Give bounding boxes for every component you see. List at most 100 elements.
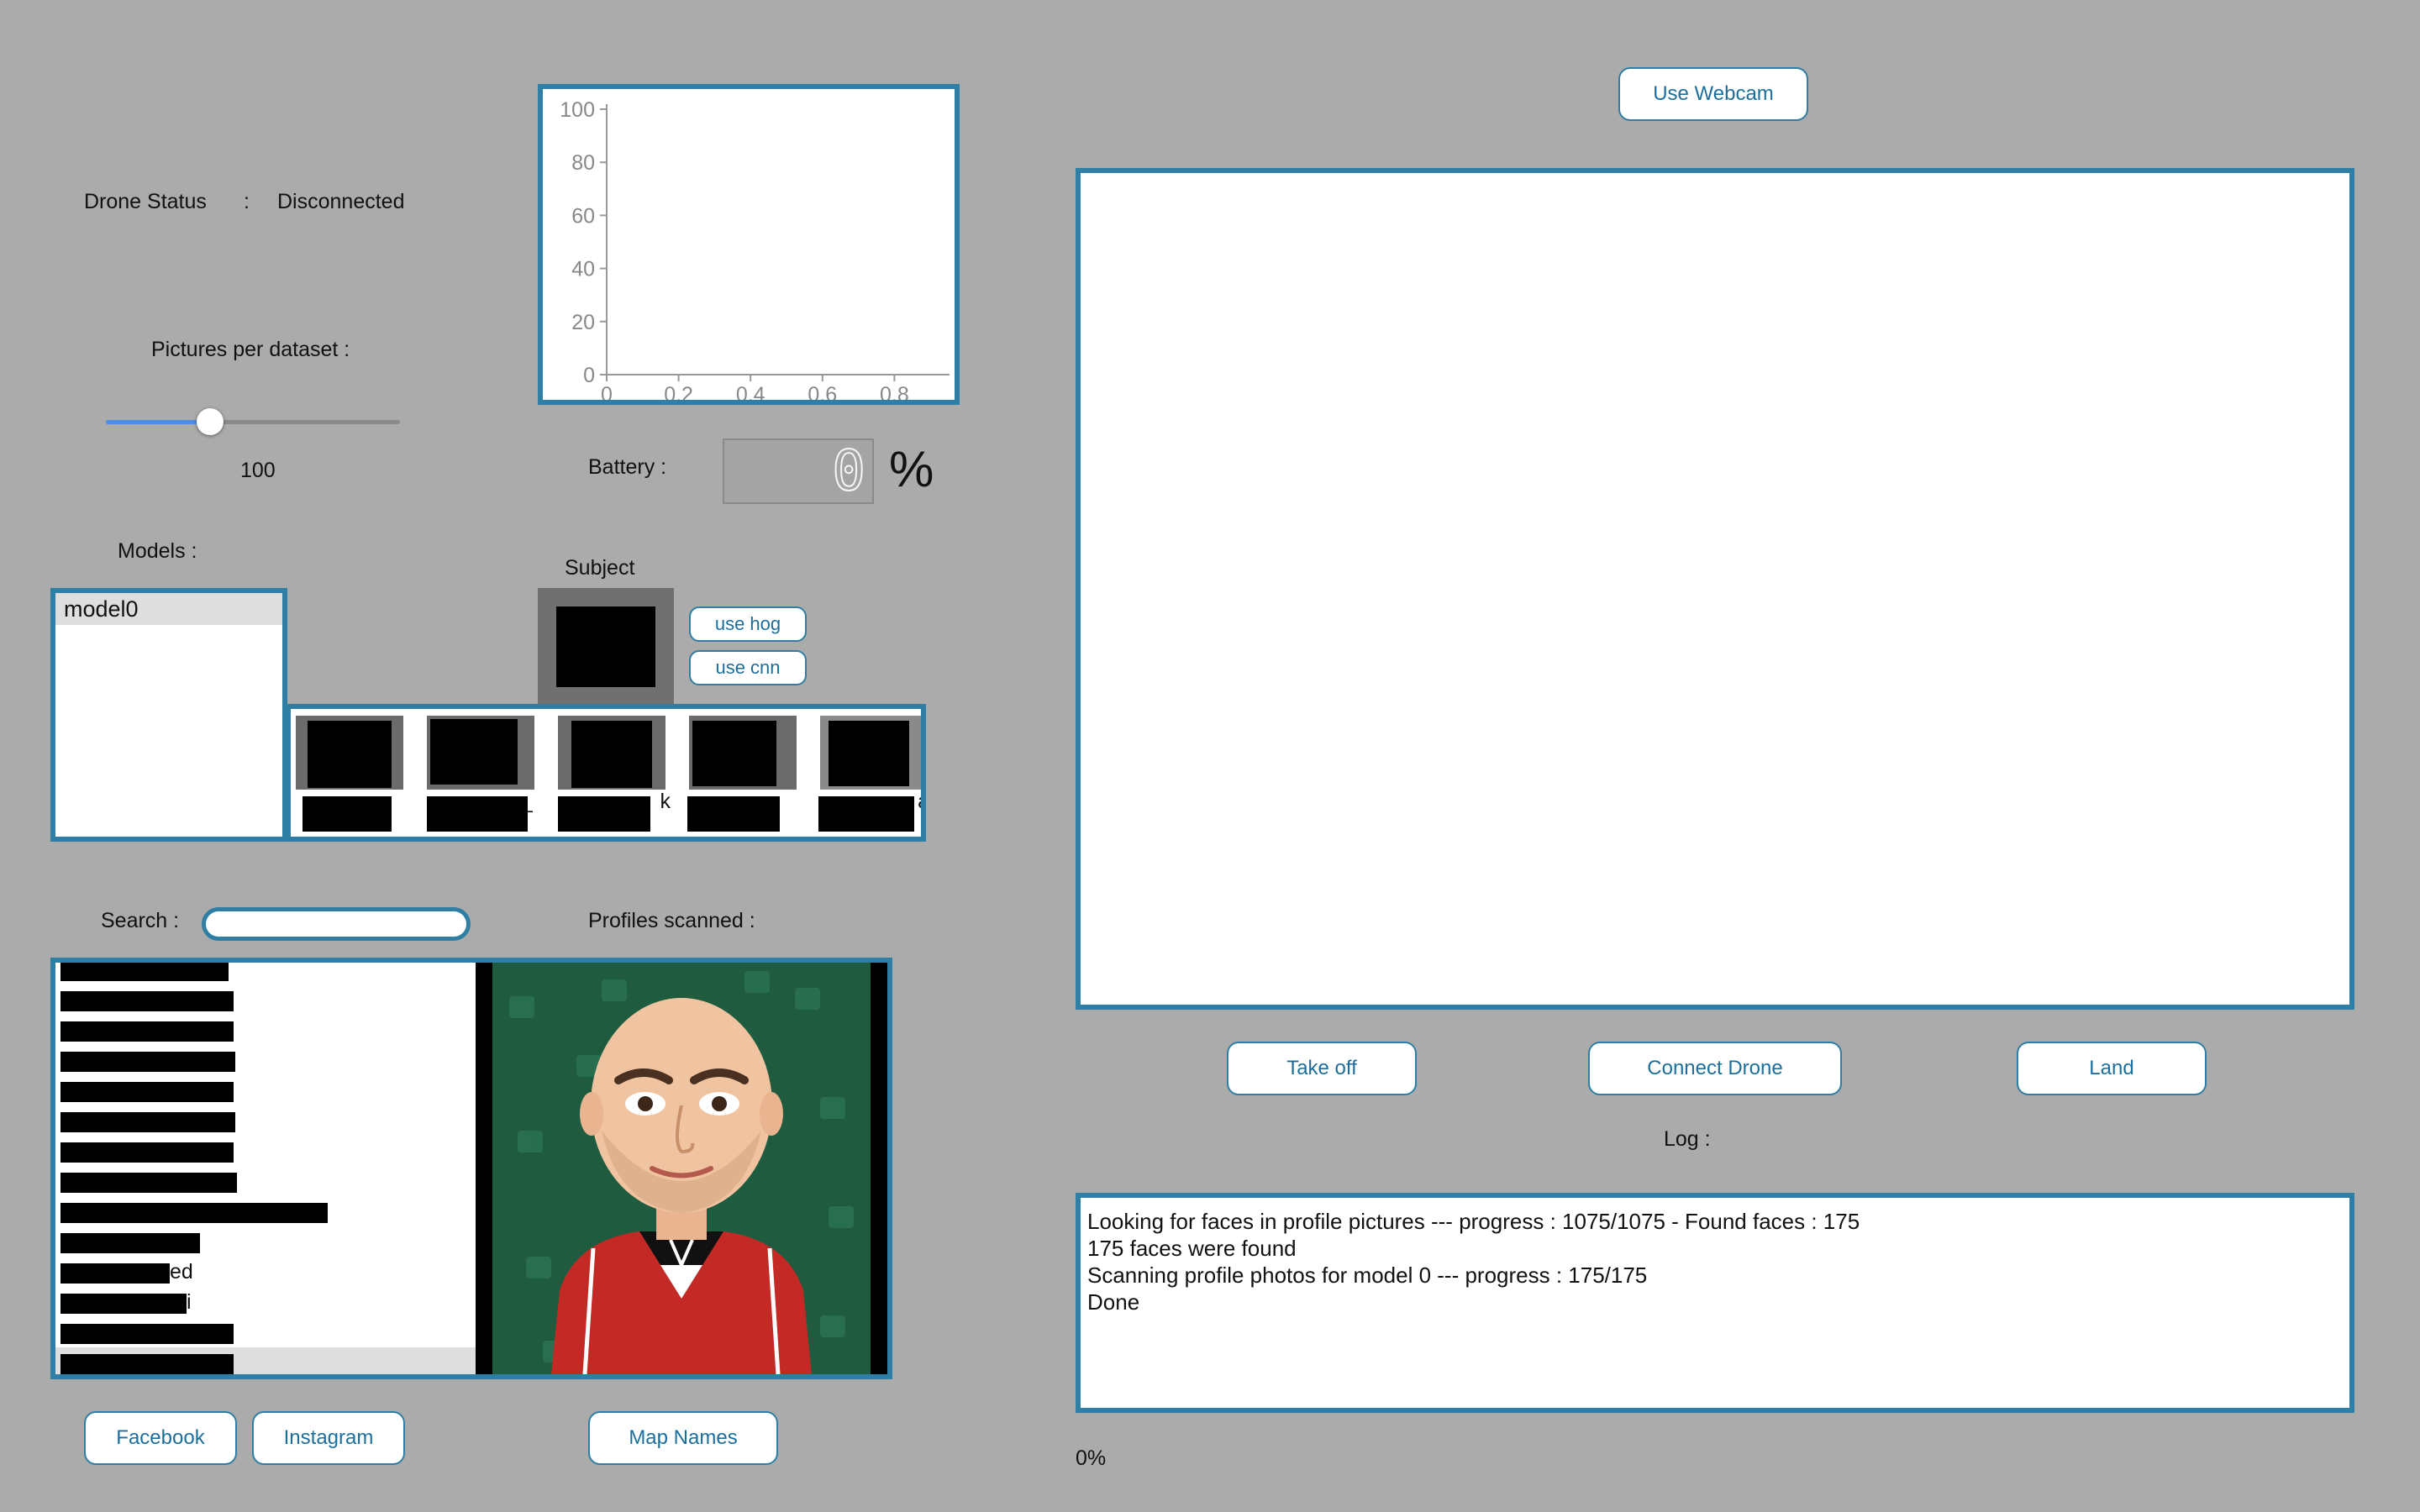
thumbnail-item[interactable]: k 31 (553, 709, 681, 837)
log-line: Scanning profile photos for model 0 --- … (1087, 1263, 1648, 1288)
thumbnail-item[interactable]: _ 30 (422, 709, 550, 837)
chart-y-tick-label: 100 (560, 98, 595, 122)
slider-thumb[interactable] (197, 408, 224, 435)
pictures-per-dataset-label: Pictures per dataset : (151, 338, 350, 361)
profile-name-redaction (60, 1052, 235, 1072)
subject-face-redaction (556, 606, 655, 687)
profiles-panel: ed i (50, 958, 892, 1379)
profile-name-redaction (60, 1203, 328, 1223)
thumbnail-photo (427, 716, 534, 790)
thumbnail-photo (820, 716, 921, 790)
thumbnail-label-redaction (818, 796, 914, 832)
log-label: Log : (1664, 1127, 1711, 1151)
thumbnail-photo (689, 716, 797, 790)
profile-list-item[interactable] (55, 1075, 476, 1105)
chart-y-tick-label: 60 (571, 204, 595, 228)
profile-name-redaction (60, 1233, 200, 1253)
facebook-button[interactable]: Facebook (84, 1411, 237, 1465)
profile-name-redaction (60, 1354, 234, 1374)
chart-x-tick-label: 0.6 (808, 383, 837, 400)
profile-name-redaction (60, 1142, 234, 1163)
drone-status-value: Disconnected (277, 190, 405, 213)
log-line: 175 faces were found (1087, 1236, 1297, 1261)
models-label: Models : (118, 539, 197, 563)
profile-name-redaction (60, 1082, 234, 1102)
log-panel[interactable]: Looking for faces in profile pictures --… (1076, 1193, 2354, 1413)
profile-name-redaction (60, 963, 229, 981)
log-line: Done (1087, 1289, 1140, 1315)
profile-list-item[interactable] (55, 1105, 476, 1136)
profile-list-item[interactable] (55, 1045, 476, 1075)
profile-name-redaction (60, 991, 234, 1011)
battery-lcd: 0 (723, 438, 874, 504)
profile-name-text: i (187, 1290, 192, 1314)
search-input[interactable] (202, 907, 471, 941)
video-feed (1076, 168, 2354, 1010)
search-label: Search : (101, 909, 180, 932)
log-line: Looking for faces in profile pictures --… (1087, 1209, 1860, 1234)
slider-fill (106, 420, 211, 424)
chart-y-tick-label: 20 (571, 311, 595, 334)
profile-list-item[interactable] (55, 1347, 476, 1374)
use-hog-button[interactable]: use hog (689, 606, 807, 642)
thumbnail-label-redaction (687, 796, 780, 832)
pictures-per-dataset-value: 100 (240, 459, 276, 482)
profile-list-item[interactable] (55, 1196, 476, 1226)
thumbnail-item[interactable]: 18 (291, 709, 418, 837)
battery-label: Battery : (588, 455, 667, 479)
profile-name-redaction (60, 1294, 187, 1314)
models-list[interactable]: model0 (50, 588, 287, 842)
chart-y-tick-label: 0 (583, 364, 595, 387)
profile-name-redaction (60, 1173, 237, 1193)
profile-list-item[interactable]: ed (55, 1257, 476, 1287)
profile-name-text: ed (170, 1260, 193, 1284)
use-cnn-button[interactable]: use cnn (689, 650, 807, 685)
thumbnail-photo (558, 716, 666, 790)
profile-list-item[interactable]: i (55, 1287, 476, 1317)
profile-name-redaction (60, 1112, 235, 1132)
profiles-scanned-label: Profiles scanned : (588, 909, 755, 932)
profile-preview (476, 963, 887, 1374)
drone-status-label: Drone Status (84, 190, 207, 213)
profile-list-item[interactable] (55, 984, 476, 1015)
subject-label: Subject (565, 556, 635, 580)
chart-plot: 100 80 60 40 20 00 0.2 0.4 0.6 0.8 (560, 98, 950, 400)
chart-y-tick-label: 40 (571, 258, 595, 281)
profile-name-redaction (60, 1263, 170, 1284)
battery-unit: % (889, 441, 934, 497)
map-names-button[interactable]: Map Names (588, 1411, 778, 1465)
thumbnail-label-redaction (427, 796, 528, 832)
thumbnail-item[interactable]: 32 (684, 709, 812, 837)
instagram-button[interactable]: Instagram (252, 1411, 405, 1465)
chart-x-tick-label: 0 (601, 383, 613, 400)
use-webcam-button[interactable]: Use Webcam (1618, 67, 1808, 121)
connect-drone-button[interactable]: Connect Drone (1588, 1042, 1842, 1095)
take-off-button[interactable]: Take off (1227, 1042, 1417, 1095)
subject-photo (538, 588, 674, 707)
profile-list-item[interactable] (55, 1166, 476, 1196)
subject-thumbnails[interactable]: 18 _ 30 k 31 32 a 32 (286, 704, 926, 842)
progress-text: 0% (1076, 1446, 1107, 1470)
profile-list-item[interactable] (55, 1015, 476, 1045)
profile-name-redaction (60, 1021, 234, 1042)
profile-list[interactable]: ed i (55, 963, 476, 1374)
thumbnail-label-redaction (302, 796, 392, 832)
profile-list-item[interactable] (55, 1317, 476, 1347)
thumbnail-photo (296, 716, 403, 790)
chart-x-tick-label: 0.4 (736, 383, 765, 400)
pictures-per-dataset-slider[interactable] (106, 408, 400, 435)
profile-list-item[interactable] (55, 1136, 476, 1166)
drone-status-separator: : (244, 190, 250, 213)
profile-list-item[interactable] (55, 963, 476, 984)
thumbnail-item[interactable]: a 32 (815, 709, 921, 837)
chart-y-tick-label: 80 (571, 151, 595, 175)
chart-x-tick-label: 0.8 (880, 383, 909, 400)
battery-chart: 100 80 60 40 20 0 0 0.2 0.4 0.6 0.8 (538, 84, 960, 405)
model-item[interactable]: model0 (55, 593, 282, 625)
chart-x-tick-label: 0.2 (664, 383, 693, 400)
land-button[interactable]: Land (2017, 1042, 2207, 1095)
profile-list-item[interactable] (55, 1226, 476, 1257)
battery-digit: 0 (831, 438, 866, 503)
avatar-image (492, 963, 871, 1374)
profile-name-redaction (60, 1324, 234, 1344)
